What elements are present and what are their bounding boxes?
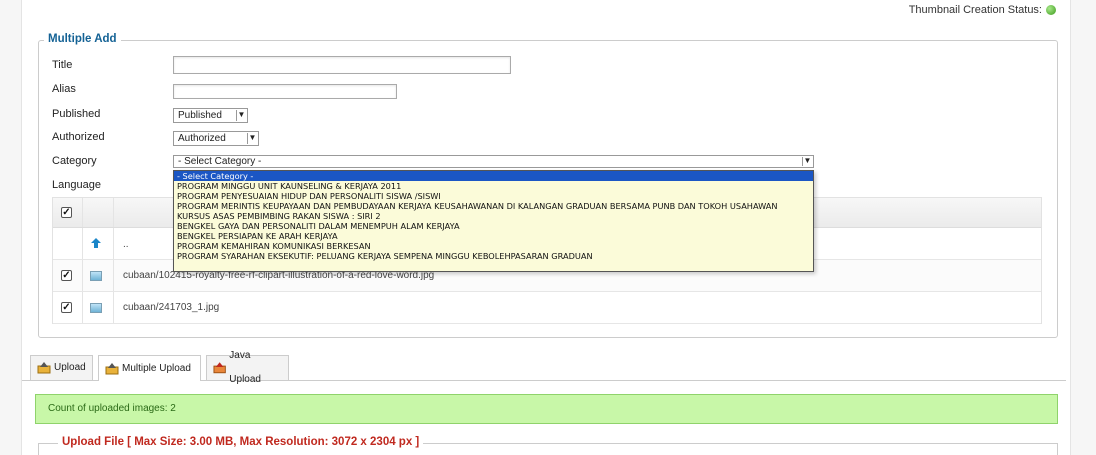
image-thumbnail-icon bbox=[90, 271, 102, 281]
alias-input[interactable] bbox=[173, 84, 397, 99]
select-all-checkbox[interactable]: ✓ bbox=[61, 207, 72, 218]
authorized-select-value: Authorized bbox=[178, 133, 226, 144]
authorized-select[interactable]: Authorized ▼ bbox=[173, 131, 259, 146]
file-name: cubaan/241703_1.jpg bbox=[123, 302, 220, 313]
tab-java-upload[interactable]: Java Upload bbox=[206, 350, 289, 385]
category-dropdown-list[interactable]: - Select Category - PROGRAM MINGGU UNIT … bbox=[173, 170, 814, 272]
tab-multiple-upload[interactable]: Multiple Upload bbox=[98, 355, 201, 381]
category-option[interactable]: PROGRAM MERINTIS KEUPAYAAN DAN PEMBUDAYA… bbox=[174, 201, 813, 211]
chevron-down-icon: ▼ bbox=[247, 133, 257, 144]
published-select-value: Published bbox=[178, 110, 222, 121]
language-label: Language bbox=[52, 179, 101, 191]
folder-up-icon[interactable] bbox=[90, 237, 102, 249]
file-checkbox[interactable]: ✓ bbox=[61, 270, 72, 281]
category-option[interactable]: PROGRAM SYARAHAN EKSEKUTIF: PELUANG KERJ… bbox=[174, 251, 813, 261]
file-checkbox[interactable]: ✓ bbox=[61, 302, 72, 313]
category-option[interactable]: PROGRAM MINGGU UNIT KAUNSELING & KERJAYA… bbox=[174, 181, 813, 191]
tab-multiple-upload-label: Multiple Upload bbox=[122, 362, 191, 374]
alias-label: Alias bbox=[52, 83, 76, 95]
published-select[interactable]: Published ▼ bbox=[173, 108, 248, 123]
title-input[interactable] bbox=[173, 56, 511, 74]
status-ok-icon bbox=[1046, 5, 1056, 15]
published-label: Published bbox=[52, 108, 101, 120]
category-label: Category bbox=[52, 155, 97, 167]
category-option[interactable]: BENGKEL PERSIAPAN KE ARAH KERJAYA bbox=[174, 231, 813, 241]
tab-upload[interactable]: Upload bbox=[30, 355, 93, 380]
category-option[interactable]: KURSUS ASAS PEMBIMBING RAKAN SISWA : SIR… bbox=[174, 211, 813, 221]
category-option[interactable]: PROGRAM KEMAHIRAN KOMUNIKASI BERKESAN bbox=[174, 241, 813, 251]
thumbnail-status-label: Thumbnail Creation Status: bbox=[908, 4, 1042, 16]
left-gutter bbox=[0, 0, 22, 455]
multiple-upload-icon bbox=[105, 362, 119, 374]
thumbnail-status: Thumbnail Creation Status: bbox=[909, 4, 1056, 16]
chevron-down-icon: ▼ bbox=[802, 156, 812, 166]
tab-java-upload-label: Java Upload bbox=[229, 350, 261, 385]
category-option[interactable]: PROGRAM PENYESUAIAN HIDUP DAN PERSONALIT… bbox=[174, 191, 813, 201]
multiple-add-legend: Multiple Add bbox=[44, 33, 121, 45]
category-select-value: - Select Category - bbox=[178, 156, 262, 167]
tab-upload-label: Upload bbox=[54, 362, 86, 373]
upload-count-message: Count of uploaded images: 2 bbox=[35, 394, 1058, 424]
parent-folder-label[interactable]: .. bbox=[123, 239, 129, 250]
chevron-down-icon: ▼ bbox=[236, 110, 246, 121]
authorized-label: Authorized bbox=[52, 131, 105, 143]
upload-icon bbox=[37, 362, 51, 374]
java-upload-icon bbox=[213, 362, 226, 374]
image-thumbnail-icon bbox=[90, 303, 102, 313]
category-option[interactable]: BENGKEL GAYA DAN PERSONALITI DALAM MENEM… bbox=[174, 221, 813, 231]
table-row[interactable]: ✓ cubaan/241703_1.jpg bbox=[53, 292, 1041, 324]
category-select[interactable]: - Select Category - ▼ bbox=[173, 155, 814, 168]
title-label: Title bbox=[52, 59, 73, 71]
right-gutter bbox=[1070, 0, 1096, 455]
upload-file-legend: Upload File [ Max Size: 3.00 MB, Max Res… bbox=[58, 436, 424, 448]
category-option[interactable]: - Select Category - bbox=[174, 171, 813, 181]
